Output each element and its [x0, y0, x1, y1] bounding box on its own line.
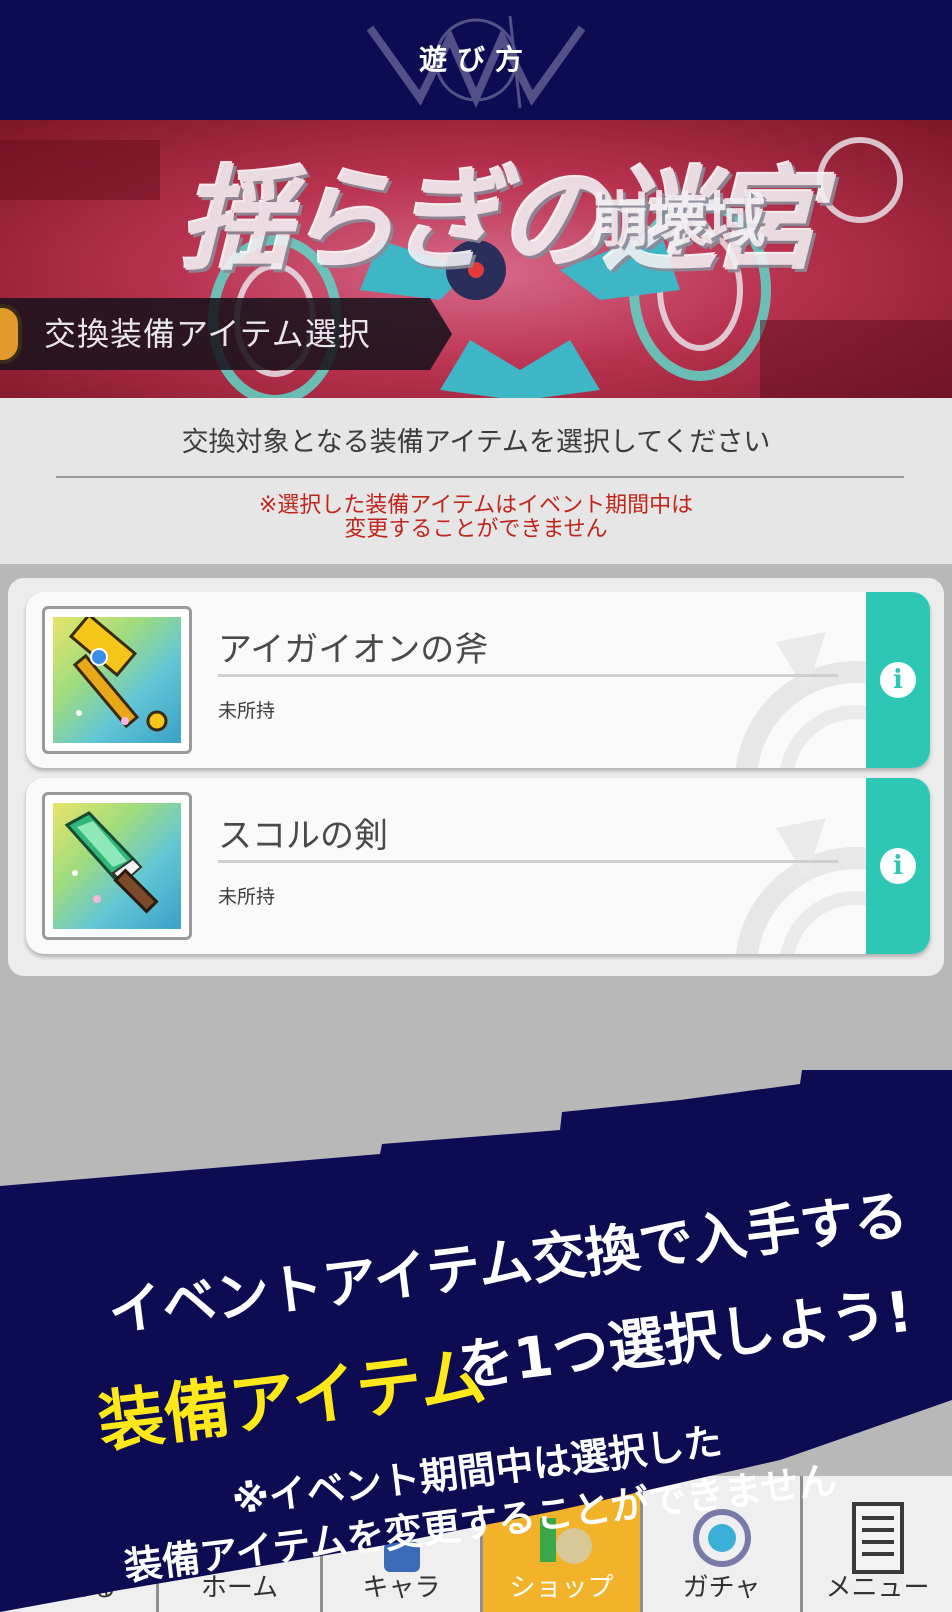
promo-highlight: 装備アイテム	[93, 1337, 490, 1462]
warning-line-1: ※選択した装備アイテムはイベント期間中は	[258, 493, 694, 518]
item-list: アイガイオンの斧 未所持 i スコルの剣 未所持 i	[8, 578, 944, 976]
item-info-button[interactable]: i	[866, 778, 930, 954]
instruction-panel: 交換対象となる装備アイテムを選択してください ※選択した装備アイテムはイベント期…	[0, 398, 952, 564]
promo-overlay: イベントアイテム交換で入手する 装備アイテム を1つ選択しよう! ※イベント期間…	[0, 1070, 952, 1612]
instruction-text: 交換対象となる装備アイテムを選択してください	[181, 427, 771, 458]
item-thumbnail	[42, 606, 192, 754]
divider	[218, 860, 838, 863]
divider	[56, 476, 904, 478]
item-status: 未所持	[218, 700, 276, 722]
list-item-axe[interactable]: アイガイオンの斧 未所持 i	[26, 592, 930, 768]
watermark-emblem-icon	[735, 632, 886, 768]
warning-line-2: 変更することができません	[344, 517, 608, 542]
section-label-text: 交換装備アイテム選択	[44, 315, 371, 353]
item-status: 未所持	[218, 886, 276, 908]
screen: 遊び方 揺らぎの迷宮 崩壊域 交換装備アイテム選択 交換対象となる装備アイテムを…	[0, 0, 952, 1612]
watermark-emblem-icon	[735, 818, 886, 954]
golden-axe-icon	[68, 617, 168, 732]
info-icon: i	[880, 848, 916, 884]
page-title: 遊び方	[418, 43, 533, 76]
item-info-button[interactable]: i	[866, 592, 930, 768]
divider	[218, 674, 838, 677]
warning-text: ※選択した装備アイテムはイベント期間中は 変更することができません	[0, 494, 952, 542]
item-name: スコルの剣	[218, 816, 388, 856]
event-subtitle: 崩壊域	[590, 186, 766, 256]
list-item-sword[interactable]: スコルの剣 未所持 i	[26, 778, 930, 954]
item-name: アイガイオンの斧	[218, 630, 489, 670]
green-sword-icon	[64, 811, 159, 914]
section-label: 交換装備アイテム選択	[0, 298, 452, 370]
header-bar: 遊び方	[0, 0, 952, 120]
info-icon: i	[880, 662, 916, 698]
item-thumbnail	[42, 792, 192, 940]
section-knob-icon	[0, 304, 22, 364]
